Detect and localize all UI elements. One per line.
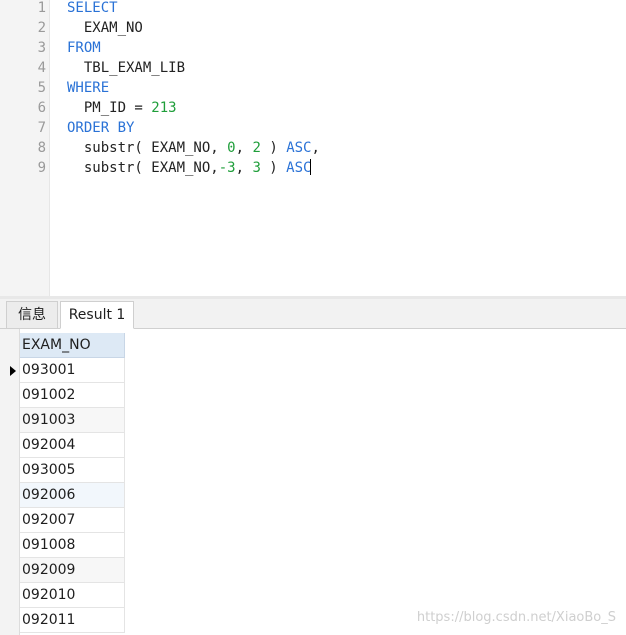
sql-text: ) xyxy=(260,140,287,156)
code-line-8: substr( EXAM_NO, 0, 2 ) ASC, xyxy=(67,138,320,158)
line-number-gutter: 1 2 3 4 5 6 7 8 9 xyxy=(0,0,50,296)
sql-editor[interactable]: 1 2 3 4 5 6 7 8 9 SELECT EXAM_NO FROM TB… xyxy=(0,0,626,296)
sql-text: substr( EXAM_NO, xyxy=(67,140,228,156)
code-line-9: substr( EXAM_NO,-3, 3 ) ASC xyxy=(67,158,312,178)
result-grid[interactable]: EXAM_NO 093001 091002 091003 092004 0930… xyxy=(0,329,626,635)
text-caret xyxy=(310,159,312,175)
code-line-2: EXAM_NO xyxy=(67,18,143,38)
sql-text: TBL_EXAM_LIB xyxy=(67,60,186,76)
sql-text: PM_ID = xyxy=(67,100,152,116)
code-line-7: ORDER BY xyxy=(67,118,134,138)
tab-result-1[interactable]: Result 1 xyxy=(60,301,134,329)
line-number: 4 xyxy=(37,60,46,76)
line-number: 5 xyxy=(37,80,46,96)
sql-text: , xyxy=(235,160,253,176)
table-row[interactable]: 092009 xyxy=(20,558,125,583)
table-row[interactable]: 093001 xyxy=(20,358,125,383)
line-number: 8 xyxy=(37,140,46,156)
line-number: 2 xyxy=(37,20,46,36)
sql-number: -3 xyxy=(218,160,236,176)
table-row[interactable]: 092010 xyxy=(20,583,125,608)
line-number: 6 xyxy=(37,100,46,116)
sql-text: substr( EXAM_NO, xyxy=(67,160,219,176)
code-line-3: FROM xyxy=(67,38,101,58)
tab-info[interactable]: 信息 xyxy=(6,301,58,328)
sql-text: EXAM_NO xyxy=(67,20,143,36)
code-line-5: WHERE xyxy=(67,78,109,98)
table-row[interactable]: 092006 xyxy=(20,483,125,508)
result-tab-bar: 信息 Result 1 xyxy=(0,299,626,329)
sql-text: , xyxy=(235,140,253,156)
sql-keyword: WHERE xyxy=(67,80,110,96)
table-row[interactable]: 092007 xyxy=(20,508,125,533)
table-row[interactable]: 092004 xyxy=(20,433,125,458)
current-row-arrow-icon xyxy=(10,366,16,376)
watermark-text: https://blog.csdn.net/XiaoBo_S xyxy=(416,610,616,625)
sql-number: 3 xyxy=(252,160,261,176)
sql-keyword: FROM xyxy=(67,40,101,56)
sql-keyword: ORDER BY xyxy=(67,120,135,136)
line-number: 1 xyxy=(37,0,46,16)
table-row[interactable]: 091008 xyxy=(20,533,125,558)
sql-number: 2 xyxy=(252,140,261,156)
table-row[interactable]: 091002 xyxy=(20,383,125,408)
sql-number: 0 xyxy=(227,140,236,156)
line-number: 3 xyxy=(37,40,46,56)
code-line-6: PM_ID = 213 xyxy=(67,98,177,118)
column-header-exam-no[interactable]: EXAM_NO xyxy=(20,333,125,358)
sql-keyword: SELECT xyxy=(67,0,118,16)
sql-number: 213 xyxy=(151,100,177,116)
line-number: 9 xyxy=(37,160,46,176)
table-row[interactable]: 093005 xyxy=(20,458,125,483)
code-line-4: TBL_EXAM_LIB xyxy=(67,58,185,78)
table-row[interactable]: 092011 xyxy=(20,608,125,633)
table-row[interactable]: 091003 xyxy=(20,408,125,433)
sql-keyword: ASC xyxy=(286,140,312,156)
line-number: 7 xyxy=(37,120,46,136)
sql-keyword: ASC xyxy=(286,160,312,176)
sql-editor-window: 1 2 3 4 5 6 7 8 9 SELECT EXAM_NO FROM TB… xyxy=(0,0,626,635)
sql-text: , xyxy=(311,140,320,156)
sql-text: ) xyxy=(260,160,287,176)
code-line-1: SELECT xyxy=(67,0,118,18)
